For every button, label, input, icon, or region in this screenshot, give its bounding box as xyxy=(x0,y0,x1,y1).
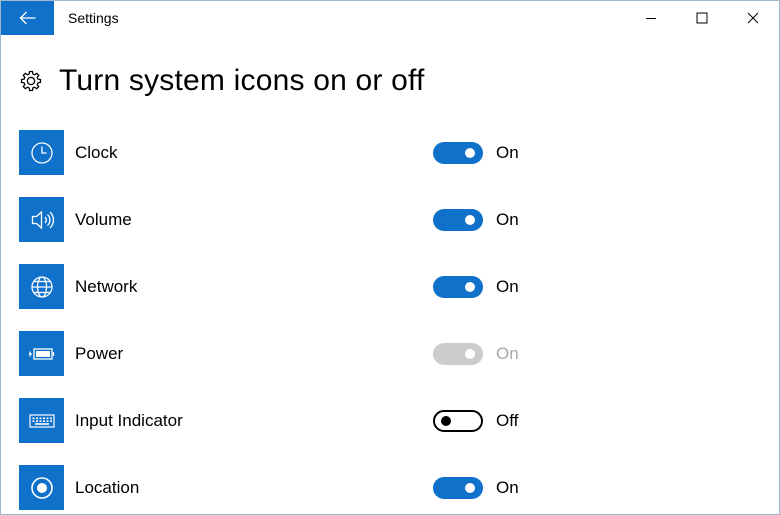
back-arrow-icon xyxy=(19,11,35,25)
setting-row-clock: Clock On xyxy=(19,130,619,176)
close-button[interactable] xyxy=(730,1,776,35)
page-header: Turn system icons on or off xyxy=(19,59,425,103)
volume-toggle[interactable] xyxy=(433,209,483,231)
minimize-icon xyxy=(646,18,656,19)
setting-row-location: Location On xyxy=(19,465,619,511)
title-bar: Settings xyxy=(1,1,779,35)
setting-row-power: Power On xyxy=(19,331,619,377)
back-button[interactable] xyxy=(1,1,54,35)
close-icon xyxy=(747,12,759,24)
location-icon xyxy=(19,465,64,510)
network-toggle[interactable] xyxy=(433,276,483,298)
toggle-knob xyxy=(465,282,475,292)
setting-label: Network xyxy=(75,277,138,296)
battery-icon xyxy=(19,331,64,376)
toggle-state-text: On xyxy=(496,344,519,363)
setting-row-volume: Volume On xyxy=(19,197,619,243)
toggle-state-text: Off xyxy=(496,411,519,430)
gear-icon xyxy=(19,69,43,93)
power-toggle xyxy=(433,343,483,365)
toggle-knob xyxy=(465,148,475,158)
toggle-knob xyxy=(465,349,475,359)
globe-icon xyxy=(19,264,64,309)
setting-label: Volume xyxy=(75,210,132,229)
setting-row-input-indicator: Input Indicator Off xyxy=(19,398,619,444)
maximize-icon xyxy=(696,12,708,24)
toggle-knob xyxy=(465,215,475,225)
toggle-knob xyxy=(465,483,475,493)
toggle-state-text: On xyxy=(496,143,519,162)
clock-icon xyxy=(19,130,64,175)
input-indicator-toggle[interactable] xyxy=(433,410,483,432)
keyboard-icon xyxy=(19,398,64,443)
toggle-state-text: On xyxy=(496,210,519,229)
minimize-button[interactable] xyxy=(628,1,674,35)
volume-icon xyxy=(19,197,64,242)
toggle-knob xyxy=(441,416,451,426)
setting-label: Location xyxy=(75,478,140,497)
location-toggle[interactable] xyxy=(433,477,483,499)
toggle-state-text: On xyxy=(496,478,519,497)
window-title: Settings xyxy=(68,10,119,26)
clock-toggle[interactable] xyxy=(433,142,483,164)
setting-row-network: Network On xyxy=(19,264,619,310)
setting-label: Input Indicator xyxy=(75,411,183,430)
setting-label: Power xyxy=(75,344,124,363)
settings-window: Settings Turn system icons on or off Clo… xyxy=(0,0,780,515)
page-title: Turn system icons on or off xyxy=(59,64,425,97)
maximize-button[interactable] xyxy=(679,1,725,35)
setting-label: Clock xyxy=(75,143,118,162)
toggle-state-text: On xyxy=(496,277,519,296)
